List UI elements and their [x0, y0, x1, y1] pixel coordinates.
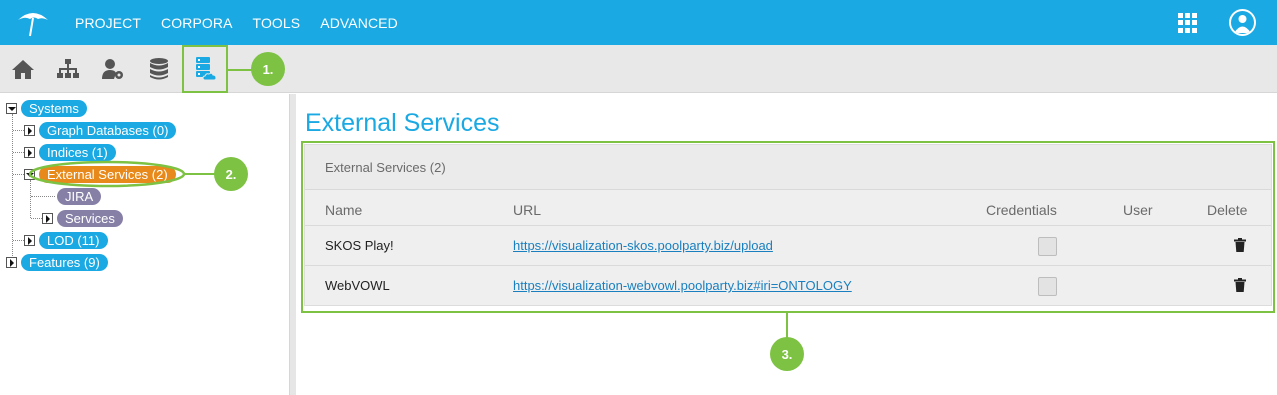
expand-toggle[interactable] [24, 146, 35, 158]
tree-node-services: Services [42, 209, 123, 227]
main-menu: PROJECT CORPORA TOOLS ADVANCED [75, 0, 418, 45]
service-url-link[interactable]: https://visualization-skos.poolparty.biz… [513, 238, 773, 253]
trash-icon[interactable] [1234, 238, 1246, 252]
external-services-panel: External Services (2) Name URL Credentia… [304, 144, 1272, 306]
table-row: WebVOWL https://visualization-webvowl.po… [305, 265, 1271, 305]
panel-splitter[interactable] [289, 94, 296, 395]
tree-node-jira: JIRA [57, 187, 102, 205]
menu-advanced[interactable]: ADVANCED [320, 15, 398, 31]
callout-connector [228, 69, 252, 71]
tree-label-features[interactable]: Features (9) [21, 253, 108, 271]
hierarchy-icon[interactable] [45, 45, 91, 93]
callout-connector [786, 313, 788, 339]
module-toolbar [0, 45, 1277, 93]
tree-label-indices[interactable]: Indices (1) [39, 143, 116, 161]
tree-connector [13, 174, 24, 175]
tree-node-systems: Systems [6, 99, 87, 117]
service-name: WebVOWL [325, 278, 390, 293]
column-header-credentials: Credentials [986, 202, 1057, 218]
tree-label-jira[interactable]: JIRA [57, 187, 102, 205]
home-icon[interactable] [0, 45, 46, 93]
collapse-toggle[interactable] [6, 102, 17, 114]
page-title: External Services [305, 109, 500, 137]
callout-connector [185, 173, 215, 175]
tree-connector [13, 152, 24, 153]
callout-1: 1. [251, 52, 285, 86]
service-name: SKOS Play! [325, 238, 394, 253]
column-header-url: URL [513, 202, 542, 218]
trash-icon[interactable] [1234, 278, 1246, 292]
credentials-checkbox[interactable] [1038, 237, 1057, 256]
user-settings-icon[interactable] [90, 45, 136, 93]
table-row: SKOS Play! https://visualization-skos.po… [305, 225, 1271, 265]
tree-label-systems[interactable]: Systems [21, 99, 87, 117]
umbrella-logo-icon[interactable] [16, 8, 50, 38]
expand-toggle[interactable] [6, 256, 17, 268]
column-header-user: User [1123, 202, 1153, 218]
tree-node-features: Features (9) [6, 253, 108, 271]
tree-label-graph-databases[interactable]: Graph Databases (0) [39, 121, 177, 139]
tree-node-graph-databases: Graph Databases (0) [24, 121, 177, 139]
menu-project[interactable]: PROJECT [75, 15, 141, 31]
panel-title: External Services (2) [305, 145, 1271, 190]
column-header-delete: Delete [1207, 202, 1248, 218]
tree-label-services[interactable]: Services [57, 209, 123, 227]
expand-toggle[interactable] [42, 212, 53, 224]
expand-toggle[interactable] [24, 124, 35, 136]
tree-connector [13, 130, 24, 131]
apps-grid-icon[interactable] [1178, 13, 1198, 33]
tree-node-lod: LOD (11) [24, 231, 108, 249]
callout-3: 3. [770, 337, 804, 371]
column-header-name: Name [325, 202, 363, 218]
highlight-ellipse [28, 160, 186, 188]
menu-tools[interactable]: TOOLS [253, 15, 301, 31]
top-navigation-bar: PROJECT CORPORA TOOLS ADVANCED [0, 0, 1277, 45]
systems-tree: Systems Graph Databases (0) Indices (1) … [0, 94, 289, 395]
callout-2: 2. [214, 157, 248, 191]
main-content: External Services External Services (2) … [296, 94, 1277, 395]
service-url-link[interactable]: https://visualization-webvowl.poolparty.… [513, 278, 852, 293]
expand-toggle[interactable] [24, 234, 35, 246]
tree-connector [31, 196, 55, 197]
tree-connector [13, 240, 24, 241]
user-account-icon[interactable] [1229, 9, 1256, 36]
database-icon[interactable] [136, 45, 182, 93]
credentials-checkbox[interactable] [1038, 277, 1057, 296]
tree-connector [31, 218, 42, 219]
menu-corpora[interactable]: CORPORA [161, 15, 233, 31]
external-services-icon[interactable] [182, 45, 228, 93]
tree-label-lod[interactable]: LOD (11) [39, 231, 108, 249]
